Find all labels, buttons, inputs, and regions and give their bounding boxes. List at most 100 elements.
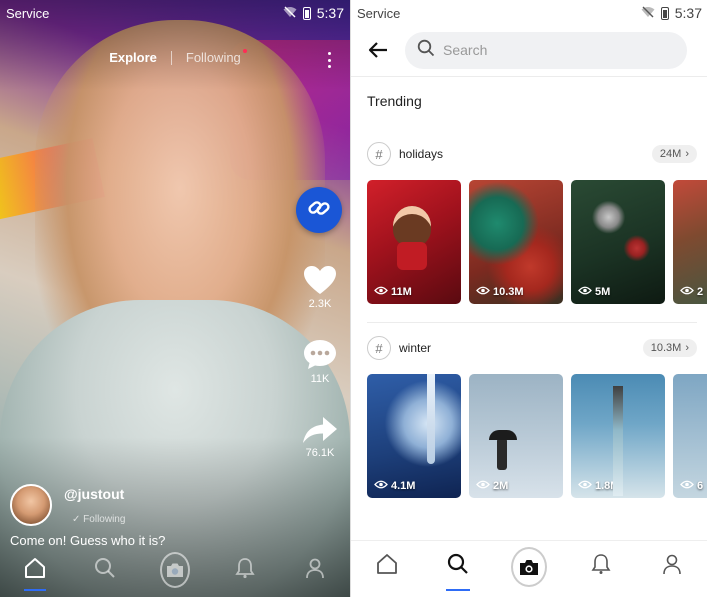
search-input[interactable] [443,42,663,58]
view-count: 5M [595,286,611,298]
battery-icon [302,6,311,20]
trending-heading: Trending [367,93,422,109]
share-button[interactable]: 76.1K [300,416,340,459]
nav-camera[interactable] [511,546,548,587]
search-icon [447,553,469,580]
active-indicator [446,588,471,591]
creator-avatar[interactable] [10,484,52,526]
status-bar: Service 5:37 [0,0,350,26]
comment-count: 11K [310,373,330,385]
hashtag-label: winter [399,341,432,355]
tab-following[interactable]: Following [186,49,247,65]
search-screen: Service 5:37 Trending # holidays 24M› 11… [350,0,707,597]
nav-notifications[interactable] [583,549,619,585]
view-count: 2M [493,480,509,492]
feed-tabs: Explore Following [0,49,350,65]
nav-home[interactable] [20,555,50,591]
profile-icon [662,553,682,580]
share-arrow-icon [300,416,340,444]
search-icon [417,39,435,62]
section-header[interactable]: # holidays 24M › [367,142,697,166]
clock: 5:37 [674,5,702,21]
like-count: 2.3K [308,298,332,310]
eye-icon [680,286,694,298]
video-thumbnail[interactable]: 2M [469,374,563,498]
link-icon [306,195,332,226]
eye-icon [374,286,388,298]
bottom-nav [351,540,707,592]
view-count: 10.3M [493,286,524,298]
video-thumbnail[interactable]: 10.3M [469,180,563,304]
nav-notifications[interactable] [230,555,260,585]
section-divider [367,322,697,323]
view-count-pill[interactable]: 24M › [651,145,697,163]
section-header[interactable]: # winter 10.3M › [367,336,697,360]
tab-separator [170,50,172,65]
eye-icon [476,480,490,492]
view-count: 11M [391,286,412,298]
camera-icon [511,546,548,587]
comment-icon [300,338,340,370]
carrier-label: Service [6,5,50,21]
search-bar[interactable] [405,31,687,69]
battery-icon [660,6,669,20]
link-button[interactable] [296,187,342,233]
search-icon [94,557,116,584]
video-feed-screen: Service 5:37 Explore Following 2.3K 11K [0,0,350,597]
creator-info: @justout ✓ Following [10,484,125,526]
view-count: 2 [697,286,704,298]
video-thumbnail[interactable]: 1.8M [571,374,665,498]
clock: 5:37 [316,5,344,21]
comment-button[interactable]: 11K [300,338,340,385]
more-options-icon[interactable] [328,52,332,68]
bell-icon [591,553,611,580]
nav-search[interactable] [440,549,476,591]
eye-icon [680,480,694,492]
profile-icon [305,557,325,584]
active-indicator [24,589,46,591]
view-count: 1.8M [595,480,620,492]
header-divider [351,76,707,77]
home-icon [375,553,399,580]
camera-icon [160,552,190,588]
video-thumbnail[interactable]: 4.1M [367,374,461,498]
tab-explore[interactable]: Explore [109,50,157,65]
view-count: 6 [697,480,704,492]
thumbnail-row: 4.1M 2M 1.8M 6 [367,374,707,498]
eye-icon [476,286,490,298]
nav-home[interactable] [369,549,405,585]
bell-icon [235,557,255,584]
bottom-nav [0,550,350,591]
like-button[interactable]: 2.3K [300,265,340,310]
video-thumbnail[interactable]: 2 [673,180,707,304]
video-thumbnail[interactable]: 6 [673,374,707,498]
nav-profile[interactable] [300,555,330,585]
nav-profile[interactable] [654,549,690,585]
video-thumbnail[interactable]: 11M [367,180,461,304]
chevron-right-icon: › [685,342,689,354]
wifi-off-icon [283,6,297,21]
eye-icon [578,286,592,298]
follow-state-label: ✓ Following [72,513,126,525]
back-arrow-icon[interactable] [367,39,389,61]
thumbnail-row: 11M 10.3M 5M 2 [367,180,707,304]
view-count: 4.1M [391,480,416,492]
wifi-off-icon [641,6,655,21]
chevron-right-icon: › [685,148,689,160]
hashtag-label: holidays [399,147,444,161]
carrier-label: Service [357,5,401,21]
eye-icon [578,480,592,492]
nav-search[interactable] [90,555,120,585]
hashtag-icon: # [367,142,391,166]
view-count-pill[interactable]: 10.3M › [642,339,697,357]
share-count: 76.1K [305,447,335,459]
creator-username[interactable]: @justout [64,486,125,502]
eye-icon [374,480,388,492]
video-caption: Come on! Guess who it is? [10,533,166,548]
search-header [351,30,707,70]
hashtag-icon: # [367,336,391,360]
home-icon [23,557,47,584]
status-bar: Service 5:37 [351,0,707,26]
video-thumbnail[interactable]: 5M [571,180,665,304]
nav-camera[interactable] [160,552,190,588]
